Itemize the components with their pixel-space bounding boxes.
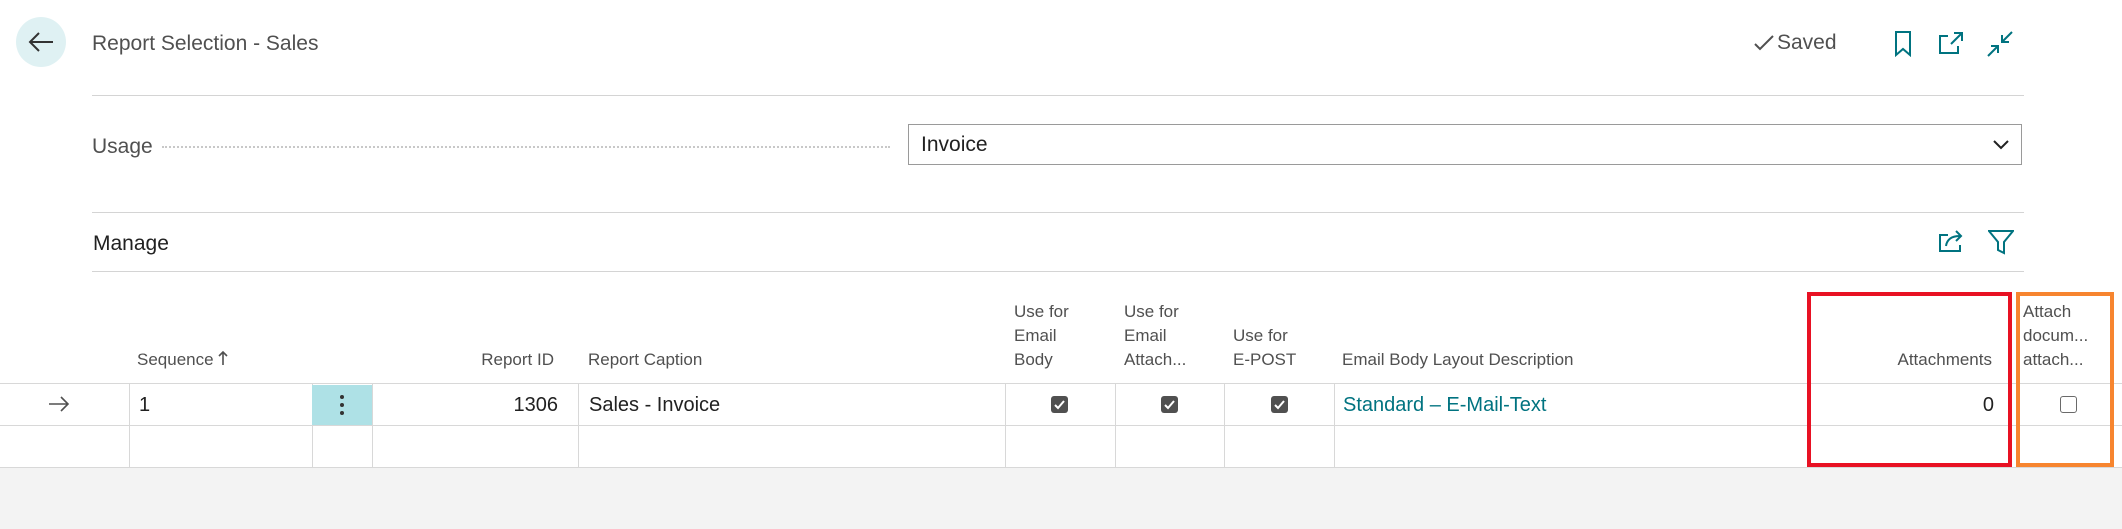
table-bottom-divider <box>0 467 2122 468</box>
column-header-report-id[interactable]: Report ID <box>430 348 554 372</box>
row-actions-button[interactable] <box>312 385 372 425</box>
cell-sequence[interactable]: 1 <box>139 394 150 417</box>
bookmark-icon[interactable] <box>1892 31 1914 57</box>
column-header-use-email-body[interactable]: Use for Email Body <box>1014 300 1069 372</box>
cell-report-caption[interactable]: Sales - Invoice <box>589 394 720 417</box>
report-selection-table: Sequence Report ID Report Caption Use fo… <box>0 290 2122 468</box>
column-divider <box>1334 383 1335 467</box>
column-divider <box>129 383 130 467</box>
attachments-highlight-box <box>1807 292 2012 467</box>
open-in-new-window-icon[interactable] <box>1938 31 1964 55</box>
back-arrow-icon <box>28 31 54 53</box>
column-header-email-body-layout[interactable]: Email Body Layout Description <box>1342 348 1574 372</box>
cell-email-body-layout[interactable]: Standard – E-Mail-Text <box>1343 394 1546 417</box>
usage-selected-value: Invoice <box>921 132 988 156</box>
current-row-arrow-icon <box>48 396 70 412</box>
collapse-icon[interactable] <box>1987 31 2013 57</box>
checkbox-use-email-body[interactable] <box>1051 396 1068 413</box>
filter-icon[interactable] <box>1988 229 2014 255</box>
chevron-down-icon <box>1993 139 2009 150</box>
manage-tab[interactable]: Manage <box>93 232 169 256</box>
email-body-layout-link[interactable]: Standard – E-Mail-Text <box>1343 394 1546 416</box>
column-divider <box>1005 383 1006 467</box>
page-title: Report Selection - Sales <box>92 32 319 55</box>
column-header-sequence[interactable]: Sequence <box>137 348 228 372</box>
column-divider <box>1224 383 1225 467</box>
column-header-report-caption[interactable]: Report Caption <box>588 348 702 372</box>
manage-divider <box>92 271 2024 272</box>
column-divider <box>1115 383 1116 467</box>
cell-report-id[interactable]: 1306 <box>430 394 559 417</box>
checkbox-use-email-attach[interactable] <box>1161 396 1178 413</box>
column-header-use-epost[interactable]: Use for E-POST <box>1233 324 1296 372</box>
checkbox-use-epost[interactable] <box>1271 396 1288 413</box>
table-header-divider <box>0 383 2122 384</box>
saved-status: Saved <box>1754 31 1837 55</box>
usage-label: Usage <box>92 135 153 158</box>
saved-label: Saved <box>1777 31 1837 54</box>
attach-documents-highlight-box <box>2016 292 2114 467</box>
column-divider <box>578 383 579 467</box>
share-icon[interactable] <box>1938 229 1964 253</box>
back-button[interactable] <box>16 17 66 67</box>
more-options-icon <box>339 394 345 416</box>
usage-select[interactable]: Invoice <box>908 124 2022 165</box>
table-row-divider <box>0 425 2122 426</box>
section-divider <box>92 212 2024 213</box>
checkmark-icon <box>1754 34 1774 52</box>
header-divider <box>92 95 2024 96</box>
column-divider <box>372 383 373 467</box>
sort-ascending-icon <box>218 350 228 366</box>
column-header-use-email-attach[interactable]: Use for Email Attach... <box>1124 300 1186 372</box>
field-leader-dots <box>162 146 890 148</box>
